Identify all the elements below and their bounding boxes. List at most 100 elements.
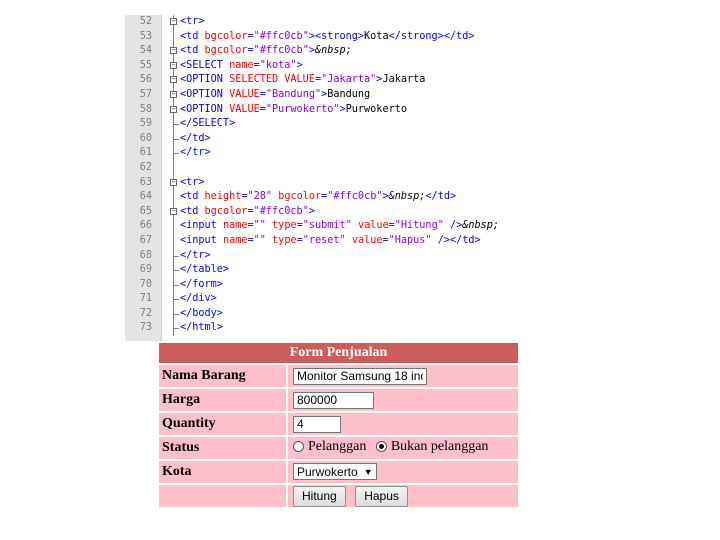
fold-collapse-icon[interactable]: − <box>170 18 177 25</box>
code-token: bgcolor <box>204 45 248 57</box>
code-token: "" <box>253 220 266 232</box>
fold-collapse-icon[interactable]: − <box>170 178 177 186</box>
code-token: VALUE <box>229 103 260 115</box>
fold-collapse-icon[interactable]: − <box>170 76 177 84</box>
fold-collapse-icon[interactable]: − <box>170 47 177 55</box>
code-token: "Bandung" <box>265 88 322 100</box>
line-number: 63 <box>139 176 152 188</box>
cell-kota: Purwokerto ▼ <box>288 461 518 483</box>
code-token: "kota" <box>259 59 297 71</box>
code-token: </td> <box>180 132 211 144</box>
row-nama-barang: Nama Barang <box>159 365 518 387</box>
code-text: <td bgcolor="#ffc0cb">&nbsp; <box>180 44 352 59</box>
fold-end-marker <box>173 299 179 301</box>
fold-end-marker <box>173 313 179 315</box>
code-text: </tr> <box>180 249 211 264</box>
row-buttons: Hitung Hapus <box>159 485 518 507</box>
code-token: <td <box>180 45 205 57</box>
code-text: <OPTION VALUE="Bandung">Bandung <box>180 88 370 103</box>
code-line: 54 − <td bgcolor="#ffc0cb">&nbsp; <box>125 44 556 59</box>
code-token: type <box>272 220 297 232</box>
code-token: SELECTED VALUE <box>229 74 315 86</box>
code-token: bgcolor <box>278 191 322 203</box>
code-text: <input name="" type="submit" value="Hitu… <box>180 219 499 234</box>
code-token: /> <box>443 220 463 232</box>
fold-guide <box>173 219 174 234</box>
code-token: "28" <box>247 191 273 203</box>
code-token: <OPTION <box>180 74 230 86</box>
code-editor[interactable]: 52− <tr> 53 <td bgcolor="#ffc0cb"><strong>K… <box>125 15 556 341</box>
radio-option-pelanggan[interactable]: Pelanggan <box>293 439 366 455</box>
code-line: 72 </body> <box>125 306 556 322</box>
line-number: 62 <box>139 161 152 173</box>
code-text: <OPTION VALUE="Purwokerto">Purwokerto <box>180 103 407 118</box>
line-number: 66 <box>139 220 152 232</box>
code-text: </body> <box>180 307 223 322</box>
radio-bukan-pelanggan[interactable] <box>375 441 387 453</box>
code-token: </td> <box>443 30 475 42</box>
line-number: 73 <box>139 322 152 334</box>
line-number: 69 <box>139 264 152 276</box>
code-token: value <box>351 234 383 246</box>
code-token: "Hapus" <box>388 234 432 246</box>
code-text: </div> <box>180 292 217 307</box>
code-token: VALUE <box>229 88 260 100</box>
fold-guide <box>173 160 174 176</box>
quantity-input[interactable] <box>293 415 341 433</box>
code-token: </td> <box>449 234 481 246</box>
code-token: &nbsp; <box>388 191 426 203</box>
code-line: 60 </td> <box>125 131 556 147</box>
code-token: <tr> <box>180 176 205 188</box>
code-token: "#ffc0cb" <box>253 45 309 57</box>
nama-barang-input[interactable] <box>293 367 427 385</box>
code-token: bgcolor <box>204 30 248 42</box>
row-kota: Kota Purwokerto ▼ <box>159 461 518 483</box>
fold-collapse-icon[interactable]: − <box>170 105 177 113</box>
code-line: 69 </table> <box>125 263 556 278</box>
code-token: &nbsp; <box>462 220 500 232</box>
code-token: "#ffc0cb" <box>253 30 309 42</box>
code-text: </form> <box>180 278 223 293</box>
fold-end-marker <box>173 153 179 155</box>
code-text: </html> <box>180 321 223 336</box>
fold-end-marker <box>173 255 179 257</box>
code-text: <SELECT name="kota"> <box>180 59 303 74</box>
fold-end-marker <box>173 284 179 286</box>
code-text: </SELECT> <box>180 117 235 132</box>
cell-harga <box>288 389 518 411</box>
code-token: Purwokerto <box>345 103 407 115</box>
line-number: 52 <box>139 16 152 27</box>
harga-input[interactable] <box>293 391 374 409</box>
hitung-button[interactable]: Hitung <box>293 485 346 507</box>
code-line: 56 − <OPTION SELECTED VALUE="Jakarta">Jaka… <box>125 73 556 88</box>
line-number: 70 <box>139 278 152 290</box>
fold-collapse-icon[interactable]: − <box>170 207 177 215</box>
code-token: /> <box>431 234 450 246</box>
line-number: 61 <box>139 147 152 159</box>
code-token: </form> <box>180 278 223 290</box>
code-text: </td> <box>180 132 211 147</box>
label-kota: Kota <box>159 461 286 483</box>
code-token: "submit" <box>302 220 352 232</box>
line-number: 60 <box>139 132 152 144</box>
label-harga: Harga <box>159 389 286 411</box>
code-token: "Hitung" <box>394 220 444 232</box>
code-token: name <box>222 220 248 232</box>
radio-option-bukan-pelanggan[interactable]: Bukan pelanggan <box>375 439 488 455</box>
radio-pelanggan[interactable] <box>293 441 304 453</box>
line-number: 68 <box>139 249 152 261</box>
code-token: </div> <box>180 293 217 305</box>
kota-select[interactable]: Purwokerto ▼ <box>293 463 377 481</box>
form-header-row: Form Penjualan <box>159 343 518 363</box>
code-token: > <box>308 205 315 217</box>
code-token: </tr> <box>180 147 211 159</box>
code-text: <tr> <box>180 15 205 30</box>
fold-collapse-icon[interactable]: − <box>170 90 177 98</box>
fold-guide <box>173 233 174 249</box>
hapus-button[interactable]: Hapus <box>355 485 408 507</box>
code-line: 67 <input name="" type="reset" value="Hap… <box>125 233 556 249</box>
code-line: 53 <td bgcolor="#ffc0cb"><strong>Kota</st… <box>125 29 556 45</box>
fold-guide <box>173 190 174 205</box>
fold-collapse-icon[interactable]: − <box>170 61 177 69</box>
code-token: </SELECT> <box>180 118 236 130</box>
